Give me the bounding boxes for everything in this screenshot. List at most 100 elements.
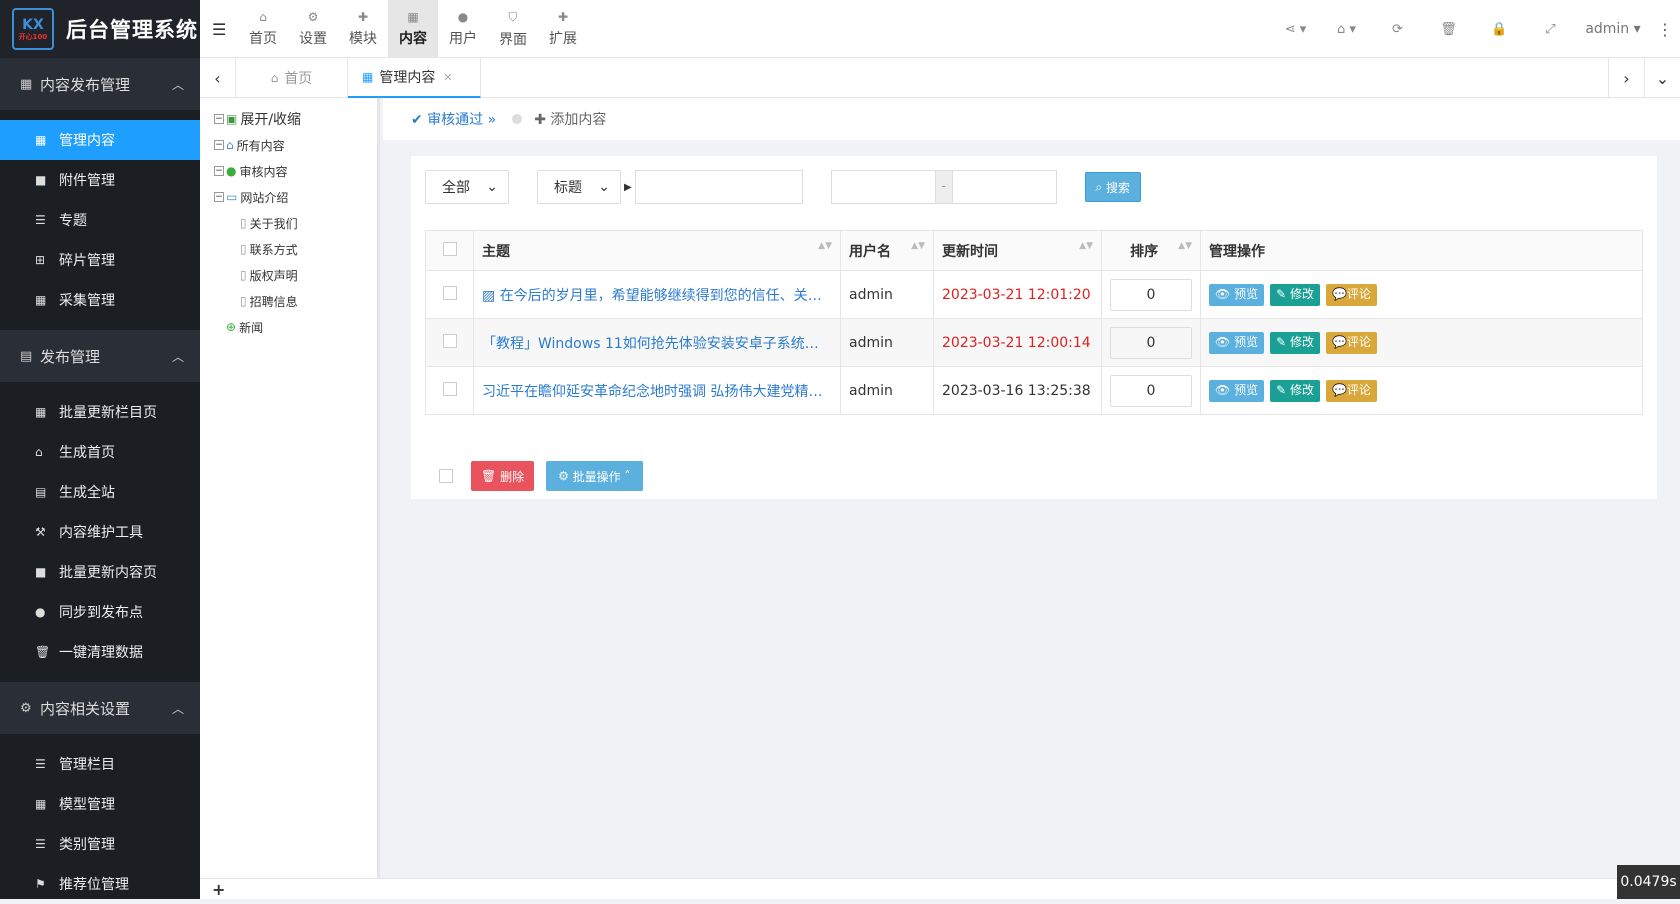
- col-title[interactable]: 主题▲▼: [474, 231, 841, 271]
- topnav-modules[interactable]: ✚模块: [338, 0, 388, 58]
- home-menu-icon[interactable]: ⌂ ▾: [1321, 22, 1372, 37]
- tab-manage-content[interactable]: ▦管理内容✕: [348, 58, 481, 98]
- topnav-content[interactable]: ▦内容: [388, 0, 438, 58]
- topnav-extensions[interactable]: ✚扩展: [538, 0, 588, 58]
- edit-button[interactable]: ✎ 修改: [1270, 380, 1320, 402]
- tree-node-review[interactable]: −●审核内容: [214, 158, 377, 184]
- select-all-checkbox[interactable]: [443, 242, 457, 256]
- lock-icon[interactable]: 🔒: [1474, 22, 1525, 37]
- topnav-interface[interactable]: ⛉界面: [488, 0, 538, 58]
- sidebar-group-content-publish[interactable]: ▦内容发布管理︿: [0, 58, 200, 110]
- row-title-link[interactable]: ▨ 在今后的岁月里，希望能够继续得到您的信任、关心与...: [482, 285, 832, 305]
- trash-icon: 🗑: [35, 645, 59, 659]
- header-tools: ⋖ ▾ ⌂ ▾ ⟳ 🗑 🔒 ⤢ admin ▾ ⋮: [1270, 0, 1680, 58]
- sidebar-item-batch-content[interactable]: ■批量更新内容页: [0, 552, 200, 592]
- date-end-input[interactable]: [952, 170, 1057, 204]
- tree-toggle-all[interactable]: −▣展开/收缩: [214, 106, 377, 132]
- edit-button[interactable]: ✎ 修改: [1270, 332, 1320, 354]
- comment-button[interactable]: 💬评论: [1326, 332, 1377, 354]
- chevron-left-icon[interactable]: ‹: [200, 58, 236, 98]
- close-icon[interactable]: ✕: [443, 71, 452, 84]
- tree-node-site[interactable]: −▭网站介绍: [214, 184, 377, 210]
- comment-button[interactable]: 💬评论: [1326, 380, 1377, 402]
- tree-node-jobs[interactable]: ▯招聘信息: [214, 288, 377, 314]
- share-icon[interactable]: ⋖ ▾: [1270, 22, 1321, 37]
- approved-filter[interactable]: ✔ 审核通过 »: [411, 109, 496, 129]
- add-content-link[interactable]: ✚ 添加内容: [534, 109, 606, 129]
- tree-node-all[interactable]: −⌂所有内容: [214, 132, 377, 158]
- sidebar-item-positions[interactable]: ⚑推荐位管理: [0, 864, 200, 904]
- trash-icon[interactable]: 🗑: [1423, 22, 1474, 37]
- row-checkbox[interactable]: [443, 382, 457, 396]
- order-input[interactable]: 0: [1110, 279, 1192, 311]
- status-dot: [512, 114, 522, 124]
- sidebar-item-collect[interactable]: ▦采集管理: [0, 280, 200, 320]
- plus-icon[interactable]: +: [212, 880, 225, 899]
- batch-actions-button[interactable]: ⚙ 批量操作 ˄: [546, 461, 642, 491]
- sidebar-item-categories[interactable]: ☰管理栏目: [0, 744, 200, 784]
- preview-button[interactable]: 👁 预览: [1209, 284, 1264, 306]
- topnav-settings[interactable]: ⚙设置: [288, 0, 338, 58]
- sidebar-item-topics[interactable]: ☰专题: [0, 200, 200, 240]
- sidebar-item-types[interactable]: ☰类别管理: [0, 824, 200, 864]
- sidebar-item-manage-content[interactable]: ▦管理内容: [0, 120, 200, 160]
- field-select[interactable]: 标题⌄: [537, 170, 621, 204]
- home-icon: ⌂: [35, 445, 59, 459]
- row-checkbox[interactable]: [443, 334, 457, 348]
- order-input[interactable]: 0: [1110, 327, 1192, 359]
- preview-button[interactable]: 👁 预览: [1209, 380, 1264, 402]
- scope-select[interactable]: 全部⌄: [425, 170, 509, 204]
- fullscreen-icon[interactable]: ⤢: [1525, 22, 1576, 37]
- chevron-down-icon[interactable]: ⌄: [1644, 58, 1680, 98]
- search-button[interactable]: ⌕ 搜索: [1085, 172, 1141, 202]
- row-checkbox[interactable]: [443, 286, 457, 300]
- tree-node-contact[interactable]: ▯联系方式: [214, 236, 377, 262]
- col-user[interactable]: 用户名▲▼: [841, 231, 934, 271]
- edit-button[interactable]: ✎ 修改: [1270, 284, 1320, 306]
- chevron-right-icon[interactable]: ›: [1608, 58, 1644, 98]
- comment-button[interactable]: 💬评论: [1326, 284, 1377, 306]
- sidebar-item-batch-category[interactable]: ▦批量更新栏目页: [0, 392, 200, 432]
- sidebar-item-gen-site[interactable]: ▤生成全站: [0, 472, 200, 512]
- list-icon: ☰: [35, 837, 59, 851]
- more-vertical-icon[interactable]: ⋮: [1650, 20, 1680, 39]
- sidebar-item-maintenance[interactable]: ⚒内容维护工具: [0, 512, 200, 552]
- col-order[interactable]: 排序▲▼: [1102, 231, 1201, 271]
- puzzle-icon: ✚: [358, 10, 368, 24]
- tree-node-copyright[interactable]: ▯版权声明: [214, 262, 377, 288]
- home-icon: ⌂: [271, 71, 279, 85]
- tree-node-about[interactable]: ▯关于我们: [214, 210, 377, 236]
- sidebar-item-gen-home[interactable]: ⌂生成首页: [0, 432, 200, 472]
- bulk-select-checkbox[interactable]: [439, 469, 453, 483]
- date-start-input[interactable]: [831, 170, 936, 204]
- sort-icon: ▲▼: [1178, 241, 1192, 251]
- refresh-icon[interactable]: ⟳: [1372, 22, 1423, 37]
- order-input[interactable]: 0: [1110, 375, 1192, 407]
- sidebar-item-sync[interactable]: ●同步到发布点: [0, 592, 200, 632]
- row-title-link[interactable]: 习近平在瞻仰延安革命纪念地时强调 弘扬伟大建党精神和...: [482, 381, 832, 401]
- chevron-down-icon: ⌄: [598, 179, 610, 195]
- sidebar-group-settings[interactable]: ⚙内容相关设置︿: [0, 682, 200, 734]
- topnav-home[interactable]: ⌂首页: [238, 0, 288, 58]
- menu-toggle-icon[interactable]: ☰: [212, 20, 226, 39]
- grid-icon: ▦: [35, 405, 59, 419]
- file-icon: ▯: [240, 294, 247, 308]
- gears-icon: ⚙: [20, 701, 40, 716]
- col-time[interactable]: 更新时间▲▼: [934, 231, 1102, 271]
- tab-home[interactable]: ⌂首页: [236, 58, 348, 98]
- sidebar-group-publish[interactable]: ▤发布管理︿: [0, 330, 200, 382]
- sub-nav: ✔ 审核通过 » ✚ 添加内容: [383, 98, 1680, 140]
- topnav-users[interactable]: ●用户: [438, 0, 488, 58]
- sidebar-item-fragments[interactable]: ⊞碎片管理: [0, 240, 200, 280]
- tree-node-news[interactable]: ⊕新闻: [214, 314, 377, 340]
- keyword-input[interactable]: [635, 170, 803, 204]
- user-menu[interactable]: admin ▾: [1576, 21, 1650, 37]
- sidebar-item-clean[interactable]: 🗑一键清理数据: [0, 632, 200, 672]
- sidebar-item-models[interactable]: ▦模型管理: [0, 784, 200, 824]
- preview-button[interactable]: 👁 预览: [1209, 332, 1264, 354]
- content-card: 全部⌄ 标题⌄ ▶ - ⌕ 搜索 主题▲▼ 用户名▲▼ 更新时间▲▼ 排序▲▼ …: [411, 156, 1657, 499]
- file-icon: ▯: [240, 268, 247, 282]
- sidebar-item-attachments[interactable]: ■附件管理: [0, 160, 200, 200]
- delete-button[interactable]: 🗑 删除: [471, 461, 534, 491]
- row-title-link[interactable]: 「教程」Windows 11如何抢先体验安装安卓子系统和An...: [482, 333, 832, 353]
